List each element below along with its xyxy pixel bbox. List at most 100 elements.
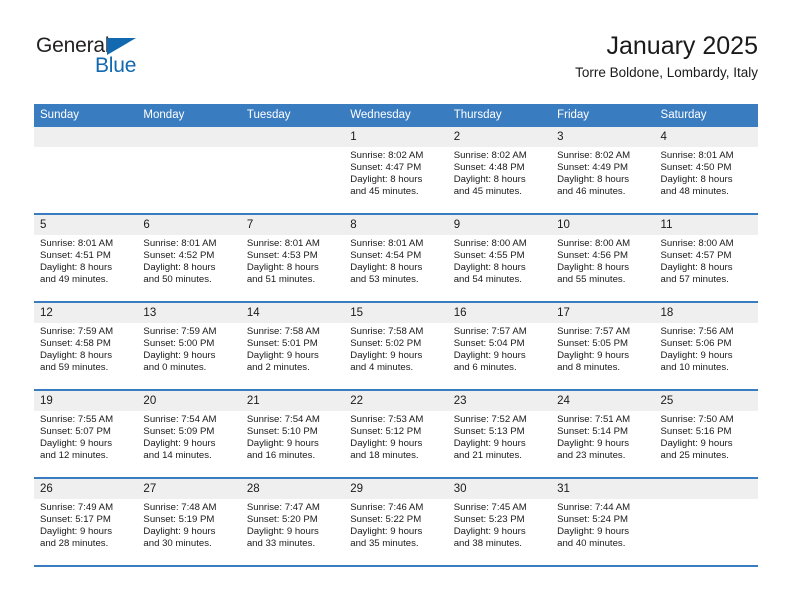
day-cell-inner: 21 Sunrise: 7:54 AM Sunset: 5:10 PM Dayligh… xyxy=(240,391,345,477)
daylight-text-line2: and 55 minutes. xyxy=(557,274,626,286)
day-cell-inner: 7 Sunrise: 8:01 AM Sunset: 4:53 PM Daylight… xyxy=(240,215,345,301)
calendar-day-cell[interactable]: 7 Sunrise: 8:01 AM Sunset: 4:53 PM Daylight… xyxy=(240,214,345,303)
calendar-day-cell[interactable]: 19 Sunrise: 7:55 AM Sunset: 5:07 PM Dayligh… xyxy=(34,390,138,479)
calendar-day-cell[interactable]: 21 Sunrise: 7:54 AM Sunset: 5:10 PM Dayligh… xyxy=(240,390,345,479)
calendar-day-cell[interactable]: 6 Sunrise: 8:01 AM Sunset: 4:52 PM Daylight… xyxy=(137,214,241,303)
calendar-day-cell[interactable]: 23 Sunrise: 7:52 AM Sunset: 5:13 PM Dayligh… xyxy=(447,390,552,479)
daylight-text-line2: and 45 minutes. xyxy=(453,186,522,198)
day-cell-inner: 12 Sunrise: 7:59 AM Sunset: 4:58 PM Dayligh… xyxy=(34,303,138,389)
calendar-day-cell[interactable]: 29 Sunrise: 7:46 AM Sunset: 5:22 PM Dayligh… xyxy=(344,478,448,567)
page-title: January 2025 xyxy=(606,32,758,60)
day-number: 3 xyxy=(551,127,655,147)
calendar-day-cell[interactable]: 16 Sunrise: 7:57 AM Sunset: 5:04 PM Dayligh… xyxy=(447,302,552,391)
daylight-text-line1: Daylight: 8 hours xyxy=(246,262,319,274)
sunrise-text: Sunrise: 7:44 AM xyxy=(557,502,631,513)
daylight-text-line1: Daylight: 9 hours xyxy=(453,526,526,538)
sunset-text: Sunset: 4:57 PM xyxy=(660,250,732,262)
calendar-day-cell[interactable]: 26 Sunrise: 7:49 AM Sunset: 5:17 PM Dayligh… xyxy=(34,478,138,567)
calendar-day-cell[interactable]: 30 Sunrise: 7:45 AM Sunset: 5:23 PM Dayligh… xyxy=(447,478,552,567)
sunrise-text: Sunrise: 8:01 AM xyxy=(660,150,734,161)
daylight-text-line1: Daylight: 9 hours xyxy=(40,526,112,538)
sunrise-text: Sunrise: 7:51 AM xyxy=(557,414,631,425)
sunrise-text: Sunrise: 7:54 AM xyxy=(143,414,217,425)
day-sun-info: Sunrise: 8:00 AM Sunset: 4:55 PM Daylight:… xyxy=(448,235,551,286)
calendar-day-cell[interactable]: 14 Sunrise: 7:58 AM Sunset: 5:01 PM Dayligh… xyxy=(240,302,345,391)
calendar-day-cell[interactable]: 10 Sunrise: 8:00 AM Sunset: 4:56 PM Dayligh… xyxy=(551,214,655,303)
calendar-day-cell[interactable]: 22 Sunrise: 7:53 AM Sunset: 5:12 PM Dayligh… xyxy=(344,390,448,479)
sunrise-text: Sunrise: 7:52 AM xyxy=(453,414,527,425)
daylight-text-line1: Daylight: 9 hours xyxy=(143,438,216,450)
daylight-text-line2: and 14 minutes. xyxy=(143,450,212,462)
calendar-day-cell[interactable]: 3 Sunrise: 8:02 AM Sunset: 4:49 PM Daylight… xyxy=(551,127,655,215)
sunrise-text: Sunrise: 8:01 AM xyxy=(246,238,320,249)
day-cell-inner: 6 Sunrise: 8:01 AM Sunset: 4:52 PM Daylight… xyxy=(137,215,241,301)
day-number: 13 xyxy=(137,303,241,323)
day-sun-info: Sunrise: 8:00 AM Sunset: 4:57 PM Daylight:… xyxy=(655,235,758,286)
daylight-text-line1: Daylight: 9 hours xyxy=(143,350,216,362)
daylight-text-line2: and 12 minutes. xyxy=(40,450,109,462)
daylight-text-line1: Daylight: 8 hours xyxy=(557,174,630,186)
daylight-text-line2: and 33 minutes. xyxy=(246,538,316,550)
weekday-header-friday: Friday xyxy=(551,104,655,127)
calendar-day-cell[interactable]: 8 Sunrise: 8:01 AM Sunset: 4:54 PM Daylight… xyxy=(344,214,448,303)
day-number xyxy=(240,127,345,147)
general-blue-logo[interactable]: General Blue xyxy=(34,34,254,90)
sunset-text: Sunset: 4:53 PM xyxy=(246,250,318,262)
day-number: 27 xyxy=(137,479,241,499)
calendar-day-cell[interactable]: 28 Sunrise: 7:47 AM Sunset: 5:20 PM Dayligh… xyxy=(240,478,345,567)
sunrise-text: Sunrise: 7:58 AM xyxy=(246,326,320,337)
daylight-text-line1: Daylight: 9 hours xyxy=(557,526,630,538)
sunset-text: Sunset: 5:13 PM xyxy=(453,426,525,438)
day-cell-inner: 18 Sunrise: 7:56 AM Sunset: 5:06 PM Dayligh… xyxy=(654,303,758,389)
calendar-day-cell[interactable]: 24 Sunrise: 7:51 AM Sunset: 5:14 PM Dayligh… xyxy=(551,390,655,479)
daylight-text-line1: Daylight: 9 hours xyxy=(557,350,630,362)
day-sun-info: Sunrise: 8:02 AM Sunset: 4:47 PM Daylight:… xyxy=(344,147,447,198)
day-number: 9 xyxy=(447,215,552,235)
calendar-day-cell[interactable]: 11 Sunrise: 8:00 AM Sunset: 4:57 PM Dayligh… xyxy=(654,214,758,303)
calendar-day-cell[interactable]: 13 Sunrise: 7:59 AM Sunset: 5:00 PM Dayligh… xyxy=(137,302,241,391)
calendar-day-cell[interactable]: 25 Sunrise: 7:50 AM Sunset: 5:16 PM Dayligh… xyxy=(654,390,758,479)
daylight-text-line1: Daylight: 8 hours xyxy=(453,262,526,274)
calendar-day-cell[interactable]: 17 Sunrise: 7:57 AM Sunset: 5:05 PM Dayligh… xyxy=(551,302,655,391)
sunrise-text: Sunrise: 7:46 AM xyxy=(350,502,424,513)
calendar-day-cell[interactable]: 12 Sunrise: 7:59 AM Sunset: 4:58 PM Dayligh… xyxy=(34,302,138,391)
daylight-text-line2: and 21 minutes. xyxy=(453,450,522,462)
calendar-day-cell[interactable]: 15 Sunrise: 7:58 AM Sunset: 5:02 PM Dayligh… xyxy=(344,302,448,391)
calendar-day-cell[interactable]: 20 Sunrise: 7:54 AM Sunset: 5:09 PM Dayligh… xyxy=(137,390,241,479)
daylight-text-line2: and 4 minutes. xyxy=(350,362,414,374)
calendar-day-cell[interactable]: 2 Sunrise: 8:02 AM Sunset: 4:48 PM Daylight… xyxy=(447,127,552,215)
day-cell-inner: 27 Sunrise: 7:48 AM Sunset: 5:19 PM Dayligh… xyxy=(137,479,241,565)
sunset-text: Sunset: 5:01 PM xyxy=(246,338,318,350)
day-cell-inner: 1 Sunrise: 8:02 AM Sunset: 4:47 PM Daylight… xyxy=(344,127,448,213)
day-cell-inner xyxy=(137,127,241,213)
day-sun-info: Sunrise: 7:44 AM Sunset: 5:24 PM Daylight:… xyxy=(551,499,654,550)
day-cell-inner: 2 Sunrise: 8:02 AM Sunset: 4:48 PM Daylight… xyxy=(447,127,552,213)
daylight-text-line2: and 57 minutes. xyxy=(660,274,729,286)
calendar-day-cell[interactable]: 9 Sunrise: 8:00 AM Sunset: 4:55 PM Daylight… xyxy=(447,214,552,303)
calendar-day-cell[interactable]: 31 Sunrise: 7:44 AM Sunset: 5:24 PM Dayligh… xyxy=(551,478,655,567)
day-number: 17 xyxy=(551,303,655,323)
calendar-empty-cell xyxy=(240,127,345,215)
day-number: 5 xyxy=(34,215,138,235)
sunrise-text: Sunrise: 7:58 AM xyxy=(350,326,424,337)
calendar-week-row: 19 Sunrise: 7:55 AM Sunset: 5:07 PM Dayligh… xyxy=(34,390,758,479)
sunset-text: Sunset: 4:54 PM xyxy=(350,250,422,262)
sunset-text: Sunset: 5:20 PM xyxy=(246,514,318,526)
sunrise-text: Sunrise: 7:53 AM xyxy=(350,414,424,425)
calendar-day-cell[interactable]: 4 Sunrise: 8:01 AM Sunset: 4:50 PM Daylight… xyxy=(654,127,758,215)
day-cell-inner: 30 Sunrise: 7:45 AM Sunset: 5:23 PM Dayligh… xyxy=(447,479,552,565)
day-number: 30 xyxy=(447,479,552,499)
sunset-text: Sunset: 5:23 PM xyxy=(453,514,525,526)
day-cell-inner: 23 Sunrise: 7:52 AM Sunset: 5:13 PM Dayligh… xyxy=(447,391,552,477)
day-cell-inner: 10 Sunrise: 8:00 AM Sunset: 4:56 PM Dayligh… xyxy=(551,215,655,301)
day-number: 10 xyxy=(551,215,655,235)
day-cell-inner: 31 Sunrise: 7:44 AM Sunset: 5:24 PM Dayligh… xyxy=(551,479,655,565)
sunset-text: Sunset: 5:19 PM xyxy=(143,514,215,526)
calendar-day-cell[interactable]: 27 Sunrise: 7:48 AM Sunset: 5:19 PM Dayligh… xyxy=(137,478,241,567)
calendar-day-cell[interactable]: 5 Sunrise: 8:01 AM Sunset: 4:51 PM Daylight… xyxy=(34,214,138,303)
daylight-text-line1: Daylight: 9 hours xyxy=(246,438,319,450)
daylight-text-line1: Daylight: 9 hours xyxy=(453,350,526,362)
calendar-day-cell[interactable]: 18 Sunrise: 7:56 AM Sunset: 5:06 PM Dayligh… xyxy=(654,302,758,391)
calendar-day-cell[interactable]: 1 Sunrise: 8:02 AM Sunset: 4:47 PM Daylight… xyxy=(344,127,448,215)
daylight-text-line1: Daylight: 8 hours xyxy=(350,262,423,274)
